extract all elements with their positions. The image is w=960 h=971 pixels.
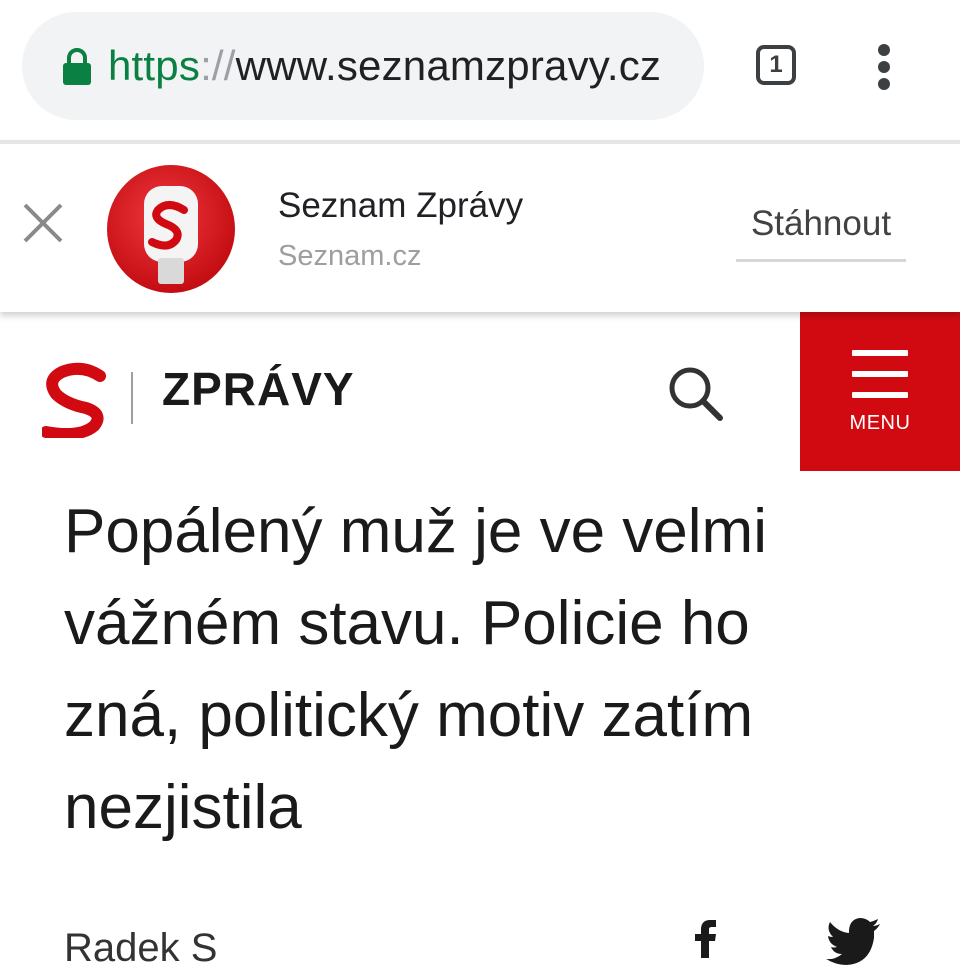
site-header: ZPRÁVY MENU: [0, 312, 960, 472]
twitter-icon[interactable]: [826, 918, 882, 966]
site-name[interactable]: ZPRÁVY: [162, 362, 355, 416]
hamburger-icon: [852, 350, 908, 400]
article-headline: Popálený muž je ve velmi vážném stavu. P…: [64, 497, 767, 842]
url-host: www.seznamzpravy.cz: [235, 42, 662, 89]
close-icon[interactable]: [22, 202, 64, 244]
menu-label: MENU: [849, 412, 911, 434]
tab-switcher-button[interactable]: 1: [756, 45, 796, 85]
search-icon[interactable]: [666, 364, 724, 422]
install-button[interactable]: Stáhnout: [736, 196, 906, 262]
seznam-logo-icon[interactable]: [42, 362, 108, 438]
overflow-menu-icon[interactable]: [868, 42, 902, 92]
url-text[interactable]: https://www.seznamzpravy.cz: [108, 40, 661, 92]
facebook-icon[interactable]: [690, 918, 720, 958]
url-separator: ://: [200, 42, 236, 89]
address-bar[interactable]: https://www.seznamzpravy.cz: [22, 12, 704, 120]
app-install-banner: Seznam Zprávy Seznam.cz Stáhnout: [0, 140, 960, 312]
app-host: Seznam.cz: [278, 240, 422, 272]
app-icon: [107, 165, 235, 293]
browser-toolbar: https://www.seznamzpravy.cz 1: [0, 0, 960, 140]
menu-button[interactable]: MENU: [800, 312, 960, 471]
lock-icon: [63, 48, 91, 85]
url-scheme: https: [108, 42, 201, 89]
logo-divider: [131, 372, 133, 424]
article-byline[interactable]: Radek S: [64, 926, 217, 971]
app-name: Seznam Zprávy: [278, 186, 524, 225]
